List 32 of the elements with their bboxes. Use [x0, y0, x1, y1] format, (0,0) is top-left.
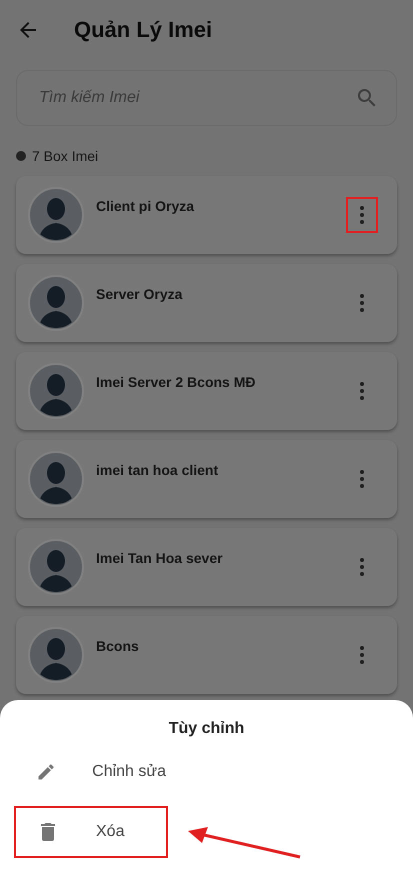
more-vertical-icon [360, 646, 364, 664]
more-vertical-icon [360, 206, 364, 224]
avatar-icon [28, 539, 84, 595]
more-vertical-icon [360, 294, 364, 312]
page-title: Quản Lý Imei [74, 17, 212, 43]
bullet-icon [16, 151, 26, 161]
more-vertical-icon [360, 470, 364, 488]
sheet-title: Tùy chỉnh [168, 720, 246, 738]
device-card[interactable]: Server Oryza [16, 264, 397, 342]
edit-option[interactable]: Chỉnh sửa [14, 746, 168, 798]
more-menu-button[interactable] [346, 197, 378, 233]
delete-option[interactable]: Xóa [14, 806, 168, 858]
device-name: Imei Tan Hoa sever [96, 550, 224, 566]
count-label: 7 Box Imei [32, 148, 98, 164]
device-name: Client pi Oryza [96, 198, 196, 214]
search-field[interactable]: Tìm kiếm Imei [16, 70, 397, 126]
device-name: Imei Server 2 Bcons MĐ [96, 374, 257, 390]
device-card[interactable]: imei tan hoa client [16, 440, 397, 518]
device-name: Bcons [96, 638, 140, 654]
device-card[interactable]: Bcons [16, 616, 397, 694]
avatar-icon [28, 627, 84, 683]
avatar-icon [28, 275, 84, 331]
device-name: imei tan hoa client [96, 462, 220, 478]
avatar-icon [28, 363, 84, 419]
avatar-icon [28, 451, 84, 507]
device-card[interactable]: Imei Tan Hoa sever [16, 528, 397, 606]
avatar-icon [28, 187, 84, 243]
more-vertical-icon [360, 382, 364, 400]
more-vertical-icon [360, 558, 364, 576]
device-name: Server Oryza [96, 286, 184, 302]
device-card[interactable]: Client pi Oryza [16, 176, 397, 254]
device-card[interactable]: Imei Server 2 Bcons MĐ [16, 352, 397, 430]
